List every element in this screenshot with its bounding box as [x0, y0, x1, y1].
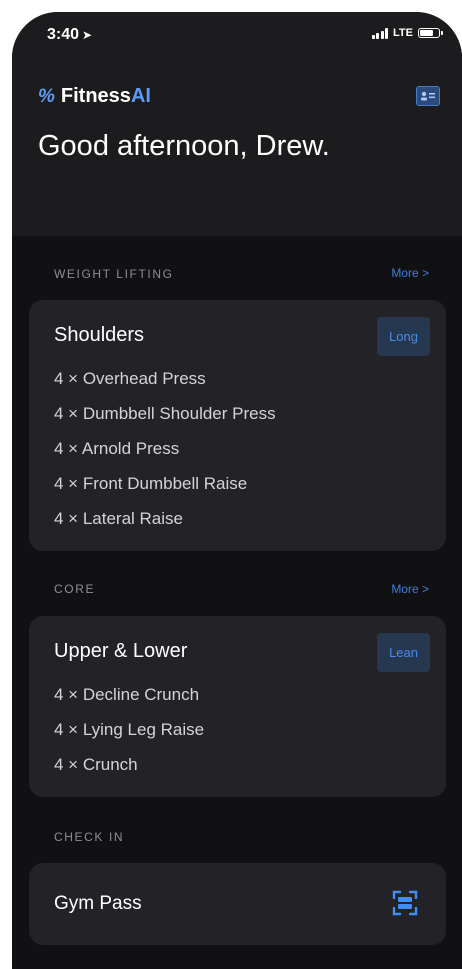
- network-type: LTE: [393, 27, 413, 39]
- weight-lifting-more-link[interactable]: More >: [391, 266, 429, 280]
- section-header-core: CORE: [54, 582, 96, 596]
- header-area: 3:40➤ LTE % FitnessAI Good afternoon, D: [12, 12, 462, 236]
- workout-length-badge[interactable]: Long: [377, 317, 430, 356]
- brand-accent: AI: [130, 85, 151, 107]
- status-time-text: 3:40: [47, 26, 80, 43]
- status-bar: 3:40 ➤ LTE: [12, 12, 462, 52]
- exercise-item: 4 × Lateral Raise: [54, 509, 183, 528]
- workout-card-shoulders[interactable]: Shoulders Long 4 × Overhead Press 4 × Du…: [29, 300, 446, 551]
- core-more-link[interactable]: More >: [391, 582, 429, 596]
- location-arrow-icon: ➤: [82, 28, 93, 42]
- battery-icon: [418, 28, 443, 38]
- exercise-item: 4 × Arnold Press: [54, 439, 180, 458]
- exercise-item: 4 × Dumbbell Shoulder Press: [54, 404, 276, 423]
- profile-card-icon[interactable]: [416, 86, 440, 106]
- scan-barcode-icon[interactable]: [392, 890, 418, 916]
- status-time: 3:40 ➤: [47, 26, 92, 44]
- app-logo: % FitnessAI: [38, 85, 151, 108]
- gym-pass-title: Gym Pass: [54, 893, 142, 914]
- exercise-item: 4 × Lying Leg Raise: [54, 720, 205, 739]
- phone-screen: 3:40➤ LTE % FitnessAI Good afternoon, D: [12, 12, 462, 969]
- workout-title: Upper & Lower: [54, 640, 188, 662]
- gym-pass-card[interactable]: Gym Pass: [29, 863, 446, 945]
- signal-icon: [371, 27, 389, 39]
- exercise-item: 4 × Crunch: [54, 755, 138, 774]
- brand-name: Fitness: [60, 85, 131, 107]
- fitnessai-logo-icon: %: [38, 85, 55, 107]
- exercise-item: 4 × Decline Crunch: [54, 685, 200, 704]
- exercise-list: 4 × Overhead Press 4 × Dumbbell Shoulder…: [54, 366, 276, 541]
- workout-card-upper-lower[interactable]: Upper & Lower Lean 4 × Decline Crunch 4 …: [29, 616, 446, 797]
- exercise-list: 4 × Decline Crunch 4 × Lying Leg Raise 4…: [54, 682, 204, 787]
- greeting-heading: Good afternoon, Drew.: [38, 130, 330, 162]
- exercise-item: 4 × Front Dumbbell Raise: [54, 474, 248, 493]
- section-header-check-in: CHECK IN: [54, 830, 125, 844]
- status-indicators: LTE: [371, 27, 443, 39]
- workout-length-badge[interactable]: Lean: [377, 633, 430, 672]
- exercise-item: 4 × Overhead Press: [54, 369, 206, 388]
- section-header-weight-lifting: WEIGHT LIFTING: [54, 267, 174, 281]
- workout-title: Shoulders: [54, 324, 145, 346]
